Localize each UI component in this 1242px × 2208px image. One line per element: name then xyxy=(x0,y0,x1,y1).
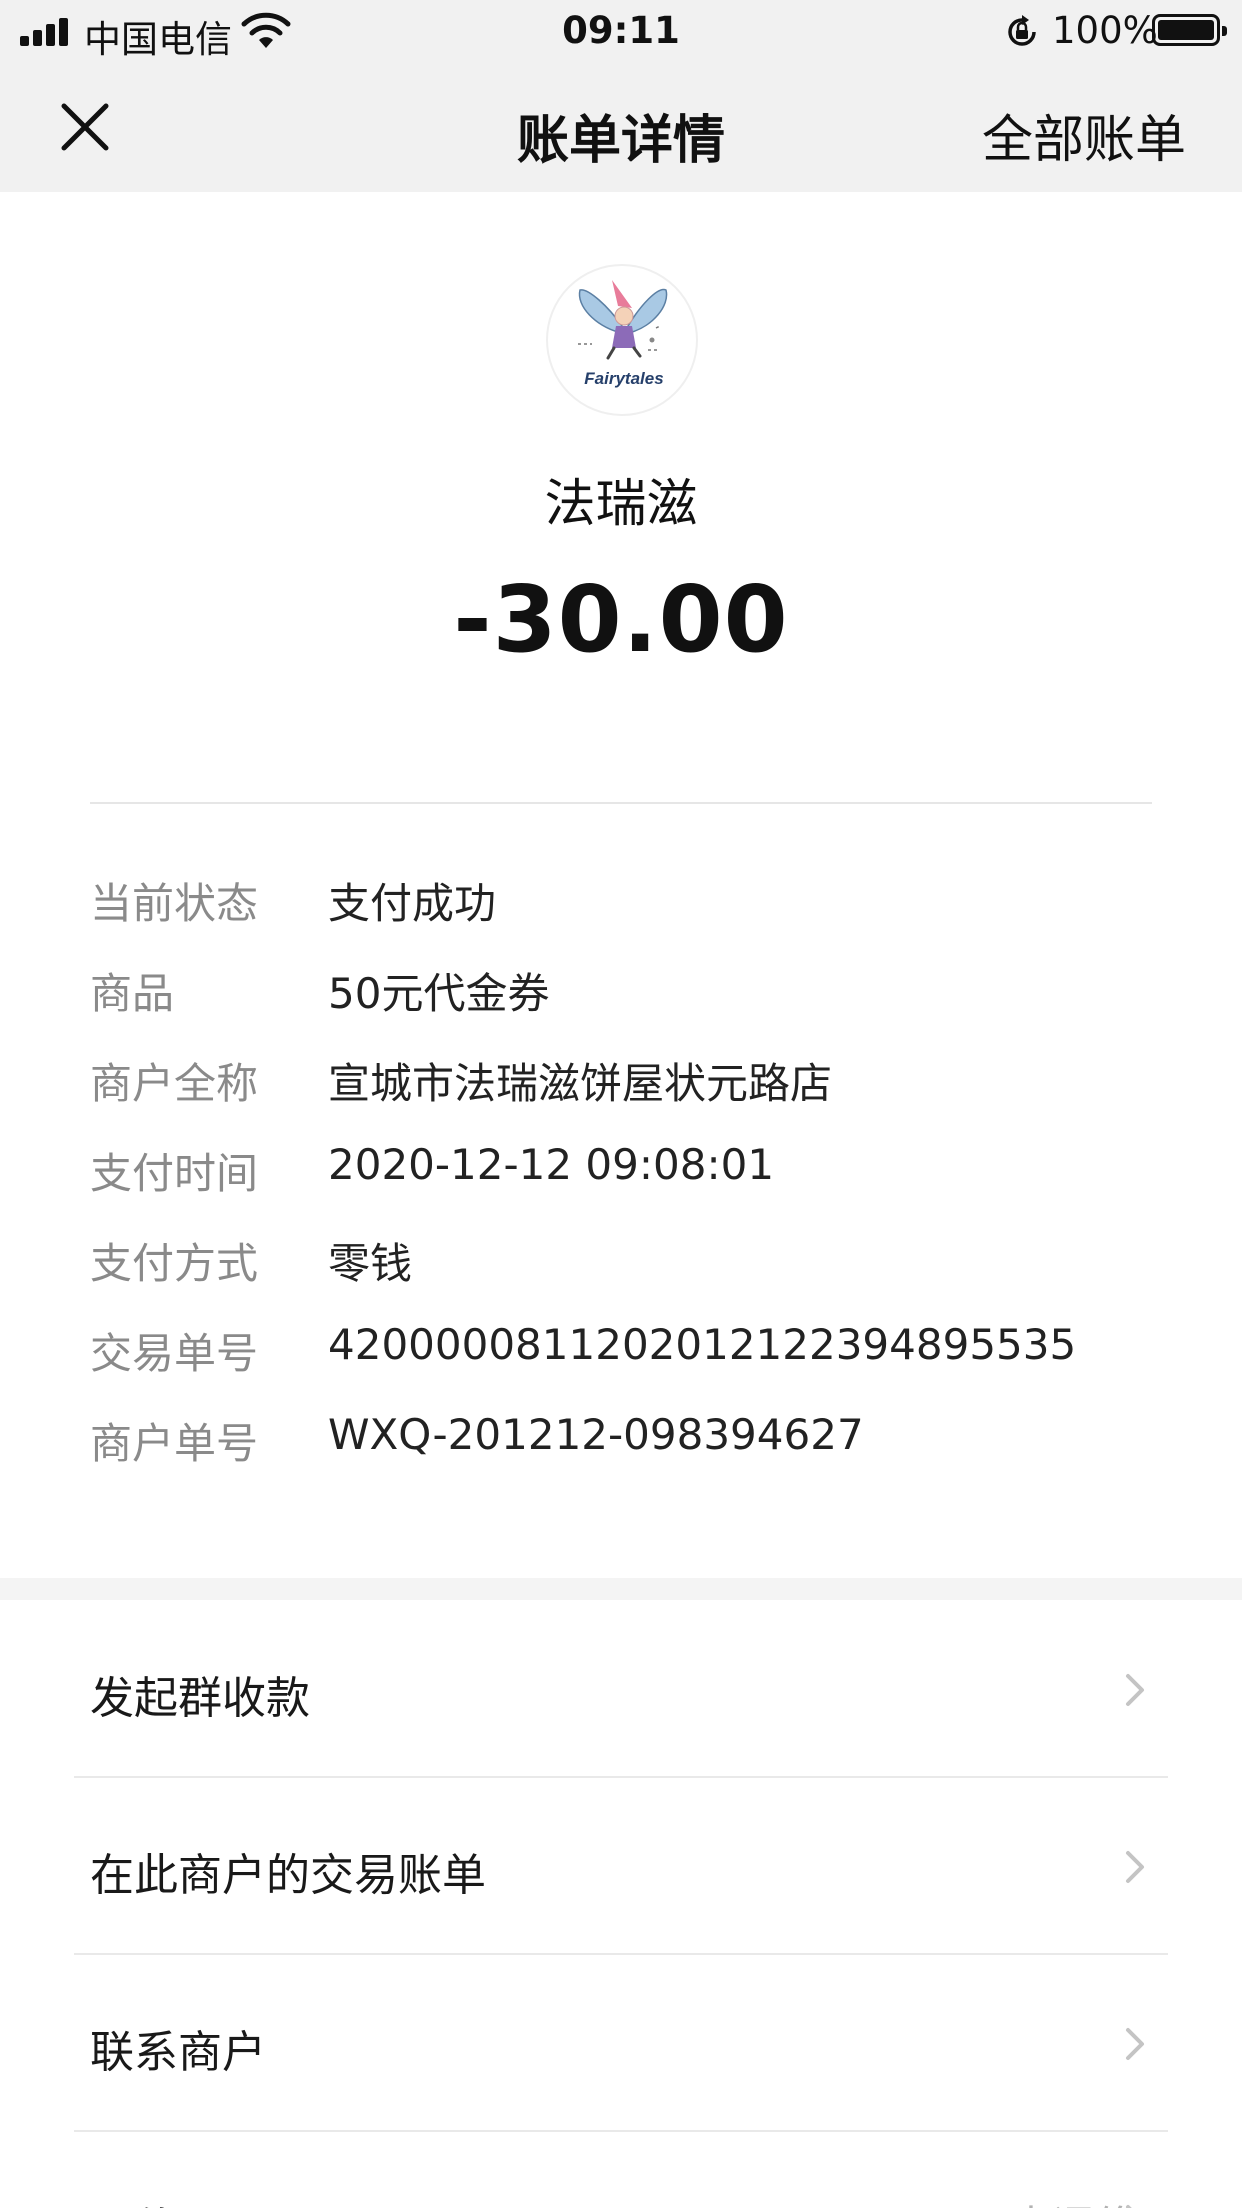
battery-icon xyxy=(1152,14,1227,46)
battery-percent: 100% xyxy=(1052,9,1158,52)
action-label: 在此商户的交易账单 xyxy=(90,1850,486,1901)
payment-amount: -30.00 xyxy=(453,566,789,673)
detail-value: WXQ-201212-098394627 xyxy=(328,1410,864,1459)
svg-text:Fairytales: Fairytales xyxy=(584,369,663,388)
detail-row-payment-method: 支付方式 零钱 xyxy=(90,1230,1190,1320)
action-label: 联系商户 xyxy=(90,2027,266,2078)
nav-bar: 账单详情 全部账单 xyxy=(0,62,1242,192)
detail-label: 支付方式 xyxy=(90,1239,259,1288)
detail-row-payment-time: 支付时间 2020-12-12 09:08:01 xyxy=(90,1140,1190,1230)
detail-label: 商户全称 xyxy=(90,1059,259,1108)
detail-row-transaction-id: 交易单号 4200000811202012122394895535 xyxy=(90,1320,1190,1410)
bill-details: 当前状态 支付成功 商品 50元代金券 商户全称 宣城市法瑞滋饼屋状元路店 支付… xyxy=(90,870,1190,1500)
top-area: 中国电信 09:11 100% 账单详情 全部账单 xyxy=(0,0,1242,192)
merchant-logo: Fairytales xyxy=(546,264,698,416)
detail-label: 商户单号 xyxy=(90,1419,259,1468)
status-bar: 中国电信 09:11 100% xyxy=(0,0,1242,62)
section-gap xyxy=(0,1578,1242,1600)
detail-value: 零钱 xyxy=(328,1239,413,1288)
all-bills-link[interactable]: 全部账单 xyxy=(982,98,1186,172)
detail-value: 宣城市法瑞滋饼屋状元路店 xyxy=(328,1059,833,1108)
merchant-bills-button[interactable]: 在此商户的交易账单 xyxy=(0,1777,1242,1953)
detail-label: 商品 xyxy=(90,969,175,1018)
chevron-right-icon xyxy=(1126,2028,1144,2060)
group-collect-button[interactable]: 发起群收款 xyxy=(0,1600,1242,1776)
detail-label: 交易单号 xyxy=(90,1329,259,1378)
rotation-lock-icon xyxy=(1008,15,1036,46)
chevron-right-icon xyxy=(1126,1851,1144,1883)
rate-hint: 去评价 xyxy=(1010,2193,1136,2208)
detail-row-merchant-full-name: 商户全称 宣城市法瑞滋饼屋状元路店 xyxy=(90,1050,1190,1140)
chevron-right-icon xyxy=(1126,2205,1132,2208)
fairy-logo-image: Fairytales xyxy=(578,280,668,388)
detail-value: 2020-12-12 09:08:01 xyxy=(328,1140,775,1189)
merchant-name: 法瑞滋 xyxy=(544,475,698,534)
chevron-right-icon xyxy=(1126,1674,1144,1706)
detail-row-product: 商品 50元代金券 xyxy=(90,960,1190,1050)
rate-button[interactable]: 评价 去评价 xyxy=(0,2131,1242,2208)
detail-row-status: 当前状态 支付成功 xyxy=(90,870,1190,960)
detail-value: 支付成功 xyxy=(328,879,497,928)
detail-value: 4200000811202012122394895535 xyxy=(328,1320,1077,1369)
action-label: 发起群收款 xyxy=(90,1673,310,1724)
contact-merchant-button[interactable]: 联系商户 xyxy=(0,1954,1242,2130)
detail-value: 50元代金券 xyxy=(328,969,550,1018)
detail-row-merchant-order-id: 商户单号 WXQ-201212-098394627 xyxy=(90,1410,1190,1500)
action-label: 评价 xyxy=(90,2193,178,2208)
detail-label: 当前状态 xyxy=(90,879,259,928)
divider xyxy=(90,802,1152,804)
detail-label: 支付时间 xyxy=(90,1149,259,1198)
